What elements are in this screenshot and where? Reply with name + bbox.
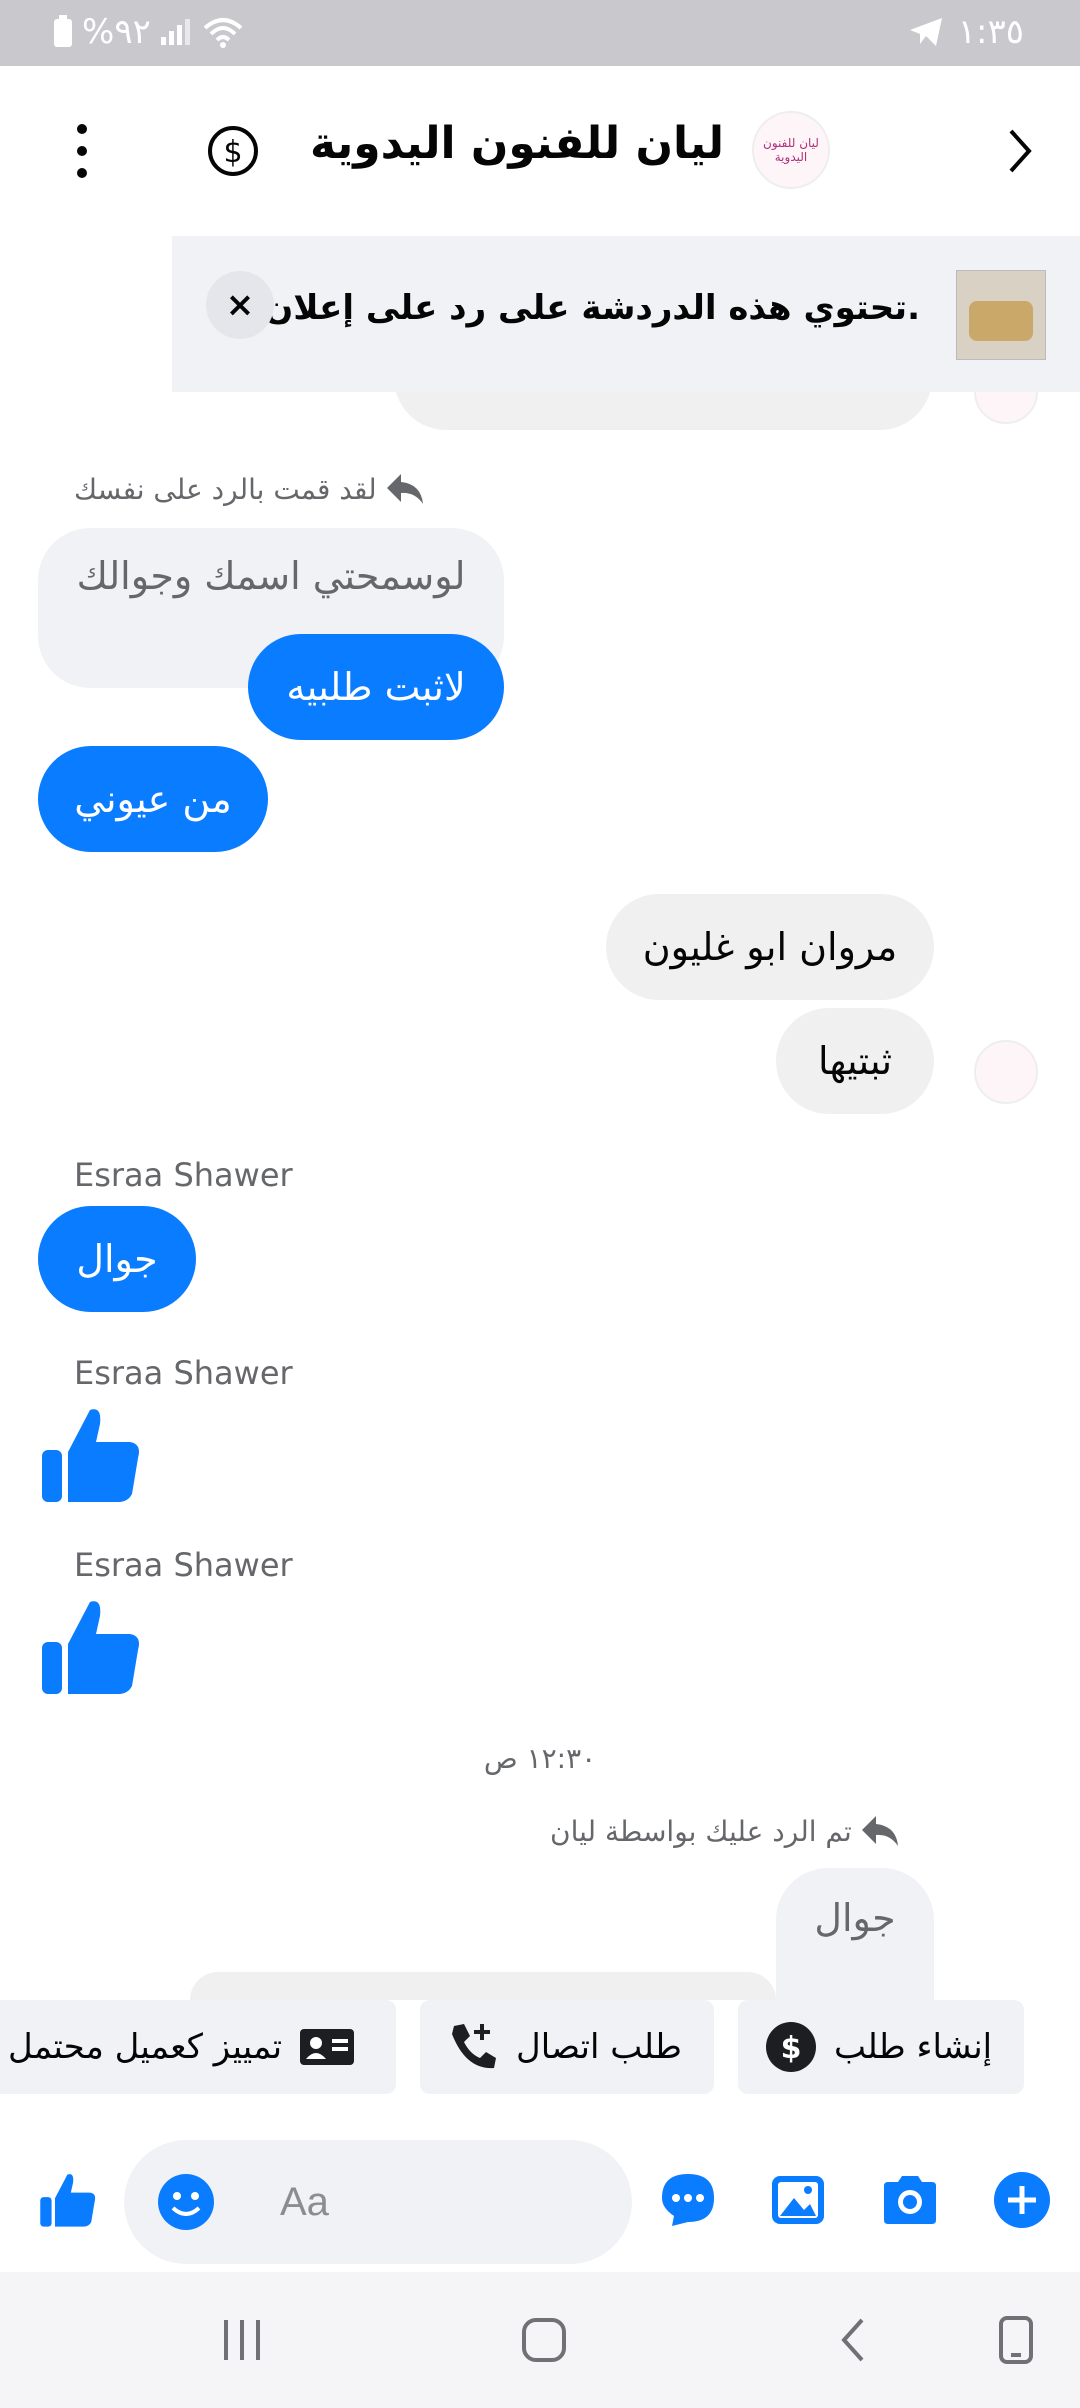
page-title[interactable]: ليان للفنون اليدوية: [310, 118, 724, 169]
signal-icon: [160, 19, 190, 45]
thumbs-up-icon: [42, 1601, 139, 1694]
image-icon: [772, 2176, 824, 2224]
status-bar: %٩٢ ١:٣٥: [0, 0, 1080, 66]
recent-apps-icon: [224, 2320, 260, 2360]
chat-dots-icon: [662, 2174, 714, 2226]
chevron-back-icon: [1009, 129, 1032, 173]
keyboard-toggle-button[interactable]: [986, 2312, 1046, 2368]
reply-icon: [386, 474, 423, 504]
page-avatar[interactable]: ليان للفنون اليدوية: [752, 111, 830, 189]
status-left: %٩٢: [52, 12, 245, 52]
sender-name: Esraa Shawer: [74, 1354, 293, 1392]
message-timestamp: ١٢:٣٠ ص: [483, 1742, 597, 1775]
battery-level: %٩٢: [82, 12, 151, 52]
ad-reply-banner: تحتوي هذه الدردشة على رد على إعلان ما. ×: [172, 236, 1080, 392]
reply-meta: لقد قمت بالرد على نفسك: [74, 472, 425, 506]
create-order-button[interactable]: $ إنشاء طلب: [738, 2000, 1024, 2094]
message-input[interactable]: [280, 2168, 600, 2236]
dollar-icon: $: [208, 126, 258, 176]
like-sticker[interactable]: [38, 1594, 144, 1700]
message-bubble[interactable]: ثبتيها: [776, 1008, 934, 1114]
status-time: ١:٣٥: [957, 12, 1024, 52]
mark-lead-button[interactable]: تمييز كعميل محتمل: [0, 2000, 396, 2094]
phone-outline-icon: [999, 2316, 1033, 2364]
recent-apps-button[interactable]: [212, 2312, 272, 2368]
wifi-icon: [203, 18, 243, 48]
like-button[interactable]: [38, 2170, 98, 2230]
chat-extensions-button[interactable]: [658, 2170, 718, 2230]
next-message-bubble: [190, 1972, 776, 2000]
smiley-icon: [158, 2174, 214, 2230]
message-composer: [0, 2120, 1080, 2280]
camera-icon: [884, 2176, 936, 2224]
quick-actions-bar: $ إنشاء طلب طلب اتصال تمييز كعميل محتمل: [0, 2000, 1080, 2100]
reply-meta-text: لقد قمت بالرد على نفسك: [74, 472, 377, 506]
plus-circle-icon: [994, 2172, 1050, 2228]
ad-banner-text: تحتوي هذه الدردشة على رد على إعلان ما.: [218, 288, 920, 328]
thumbs-up-icon: [42, 1409, 139, 1502]
gallery-button[interactable]: [768, 2170, 828, 2230]
message-bubble[interactable]: مروان ابو غليون: [606, 894, 934, 1000]
back-button[interactable]: [990, 116, 1050, 186]
emoji-button[interactable]: [156, 2172, 216, 2232]
mark-lead-label: تمييز كعميل محتمل: [8, 2027, 283, 2067]
home-button[interactable]: [514, 2312, 574, 2368]
reply-meta: تم الرد عليك بواسطة ليان: [550, 1814, 900, 1848]
avatar-text: ليان للفنون اليدوية: [763, 136, 819, 164]
message-input-container[interactable]: [124, 2140, 632, 2264]
create-order-label: إنشاء طلب: [834, 2027, 993, 2067]
reply-meta-text: تم الرد عليك بواسطة ليان: [550, 1814, 852, 1848]
payment-button[interactable]: $: [206, 124, 260, 178]
message-bubble[interactable]: لاثبت طلبيه: [248, 634, 504, 740]
more-actions-button[interactable]: [992, 2170, 1052, 2230]
svg-text:$: $: [223, 135, 242, 170]
sender-name: Esraa Shawer: [74, 1546, 293, 1584]
message-bubble[interactable]: من عيوني: [38, 746, 268, 852]
contact-card-icon: [300, 2029, 355, 2065]
like-sticker[interactable]: [38, 1402, 144, 1508]
sender-avatar: [974, 1040, 1038, 1104]
phone-plus-icon: [452, 2024, 496, 2069]
home-icon: [522, 2318, 566, 2362]
more-options-button[interactable]: [62, 124, 102, 178]
close-icon: ×: [225, 285, 255, 325]
quoted-message[interactable]: جوال: [776, 1868, 934, 2000]
telegram-icon: [909, 18, 942, 46]
ad-thumbnail[interactable]: [956, 270, 1046, 360]
message-bubble[interactable]: جوال: [38, 1206, 196, 1312]
sender-name: Esraa Shawer: [74, 1156, 293, 1194]
system-navigation-bar: [0, 2272, 1080, 2408]
svg-text:$: $: [781, 2031, 802, 2066]
request-call-button[interactable]: طلب اتصال: [420, 2000, 714, 2094]
reply-icon: [861, 1816, 898, 1846]
camera-button[interactable]: [880, 2170, 940, 2230]
back-nav-button[interactable]: [822, 2312, 882, 2368]
thumbs-up-icon: [40, 2174, 96, 2227]
status-right: ١:٣٥: [908, 12, 1024, 52]
close-banner-button[interactable]: ×: [206, 271, 274, 339]
chat-header: ليان للفنون اليدوية ليان للفنون اليدوية …: [0, 66, 1080, 236]
request-call-label: طلب اتصال: [516, 2027, 682, 2067]
battery-icon: [54, 15, 72, 47]
dollar-circle-icon: $: [766, 2022, 816, 2072]
chevron-left-icon: [841, 2318, 864, 2362]
